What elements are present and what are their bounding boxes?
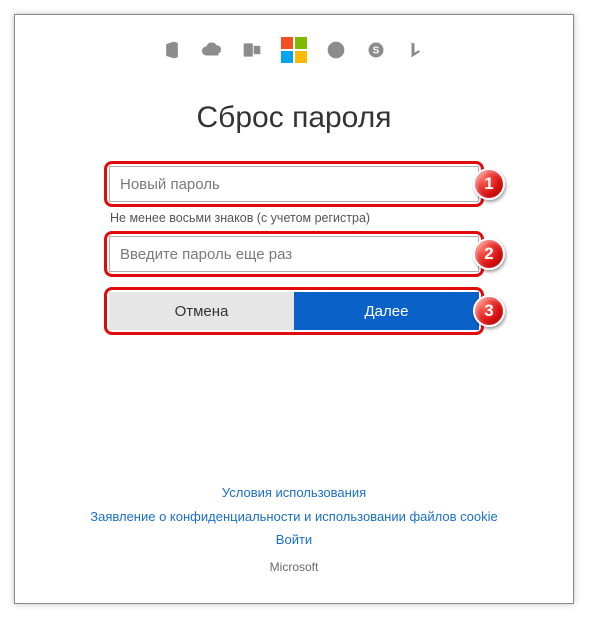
reset-form: 1 Не менее восьми знаков (с учетом регис… <box>104 161 484 335</box>
bing-icon <box>405 39 427 61</box>
next-button[interactable]: Далее <box>294 292 479 330</box>
outlook-icon <box>241 39 263 61</box>
terms-link[interactable]: Условия использования <box>15 481 573 504</box>
service-icons-row: S <box>15 33 573 67</box>
ms-logo-tl <box>281 37 293 49</box>
annotation-badge-1: 1 <box>473 168 505 200</box>
ms-logo-tr <box>295 37 307 49</box>
buttons-highlight: Отмена Далее 3 <box>104 287 484 335</box>
svg-text:S: S <box>373 45 380 56</box>
office-icon <box>161 39 183 61</box>
password-hint: Не менее восьми знаков (с учетом регистр… <box>110 211 484 225</box>
button-row: Отмена Далее <box>109 292 479 330</box>
ms-logo-br <box>295 51 307 63</box>
annotation-badge-3: 3 <box>473 295 505 327</box>
confirm-password-input[interactable] <box>109 236 479 272</box>
new-password-highlight: 1 <box>104 161 484 207</box>
confirm-password-highlight: 2 <box>104 231 484 277</box>
footer-brand: Microsoft <box>15 557 573 579</box>
new-password-input[interactable] <box>109 166 479 202</box>
ms-logo-bl <box>281 51 293 63</box>
onedrive-icon <box>201 39 223 61</box>
page-title: Сброс пароля <box>15 101 573 135</box>
microsoft-logo-icon <box>281 37 307 63</box>
footer: Условия использования Заявление о конфид… <box>15 481 573 579</box>
signin-link[interactable]: Войти <box>15 528 573 551</box>
password-reset-dialog: S Сброс пароля 1 Не менее восьми знаков … <box>14 14 574 604</box>
privacy-link[interactable]: Заявление о конфиденциальности и использ… <box>15 505 573 528</box>
skype-icon: S <box>365 39 387 61</box>
cancel-button[interactable]: Отмена <box>109 292 294 330</box>
xbox-icon <box>325 39 347 61</box>
annotation-badge-2: 2 <box>473 238 505 270</box>
